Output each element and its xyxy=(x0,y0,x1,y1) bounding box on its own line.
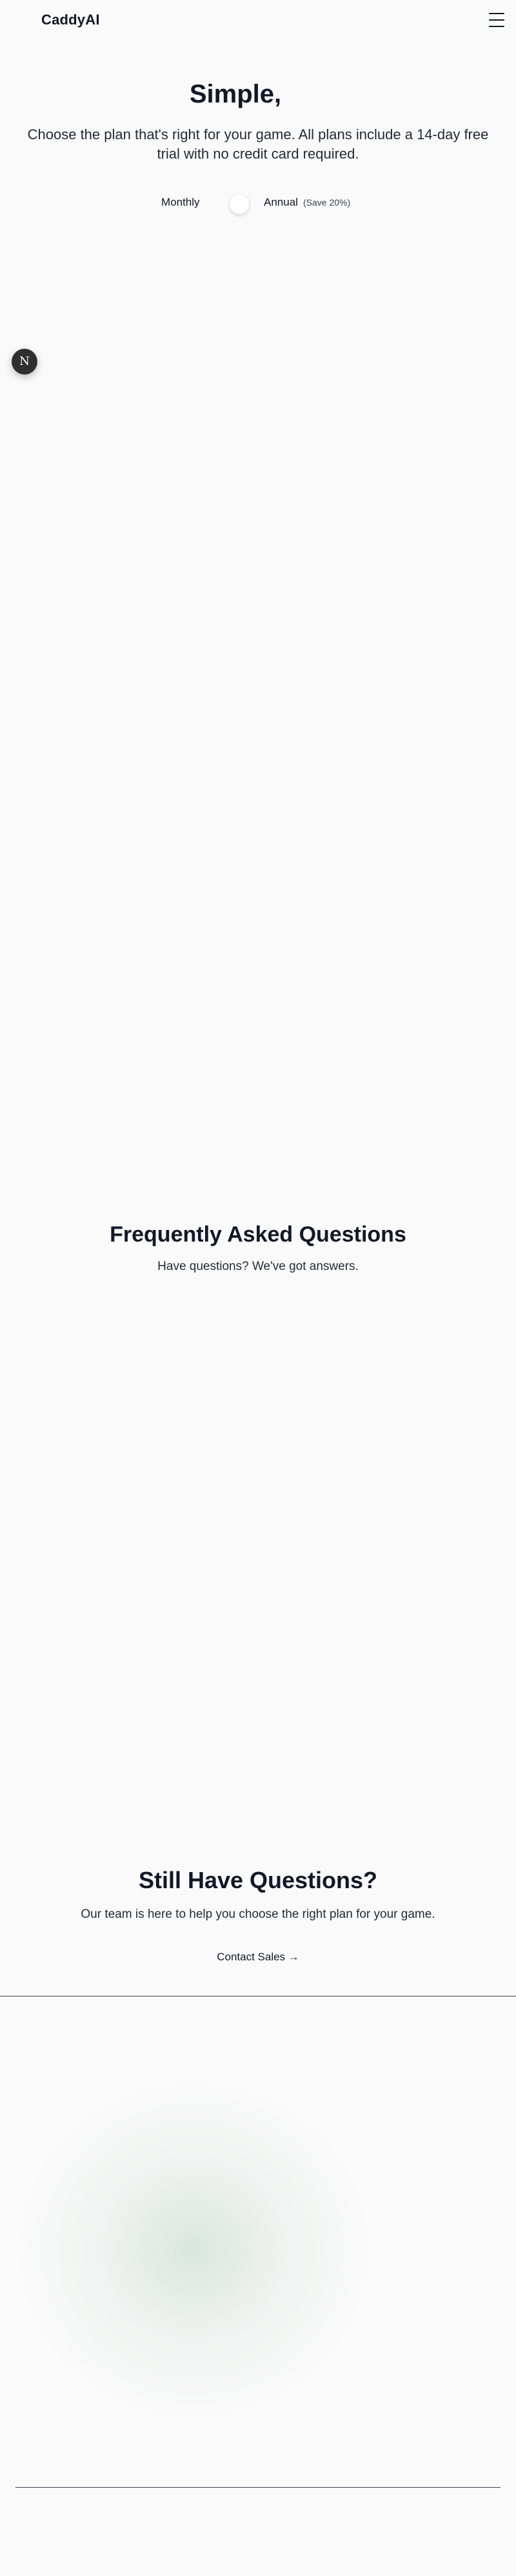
n-logo-icon[interactable]: N xyxy=(12,349,37,375)
menu-line-top xyxy=(489,13,504,14)
menu-line-bottom xyxy=(489,26,504,27)
faq-heading: Frequently Asked Questions xyxy=(110,1222,406,1247)
billing-toggle: Monthly Annual (Save 20%) xyxy=(0,195,516,214)
annual-savings-badge: (Save 20%) xyxy=(303,197,351,208)
contact-heading: Still Have Questions? xyxy=(138,1867,378,1893)
background-glow xyxy=(13,2076,374,2424)
billing-toggle-switch[interactable] xyxy=(230,195,249,214)
brand-logo[interactable]: CaddyAI xyxy=(41,12,100,28)
faq-subtitle: Have questions? We've got answers. xyxy=(157,1260,359,1273)
billing-annual-option[interactable]: Annual xyxy=(264,196,298,209)
contact-sales-link[interactable]: Contact Sales → xyxy=(0,1951,516,1964)
menu-line-middle xyxy=(489,19,504,21)
hamburger-menu-icon[interactable] xyxy=(489,13,504,27)
billing-monthly-option[interactable]: Monthly xyxy=(161,196,200,209)
footer-divider xyxy=(15,2487,501,2488)
page-title: Simple, xyxy=(189,80,282,108)
site-header: CaddyAI xyxy=(0,0,516,41)
contact-subtitle: Our team is here to help you choose the … xyxy=(81,1908,435,1921)
page-subtitle: Choose the plan that's right for your ga… xyxy=(27,126,489,162)
